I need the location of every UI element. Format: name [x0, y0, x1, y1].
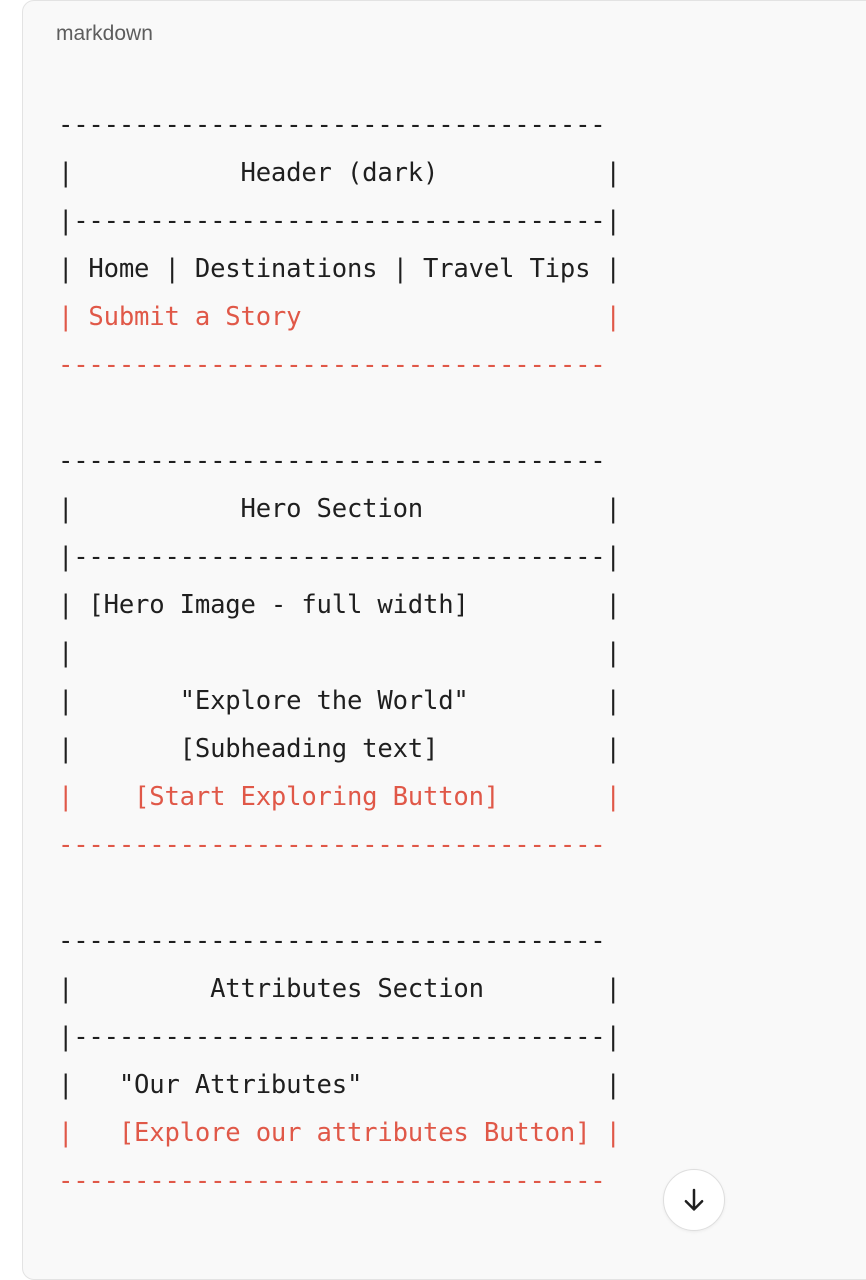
code-language-label: markdown	[56, 22, 153, 45]
code-line: | |	[58, 638, 621, 668]
code-line: ------------------------------------	[58, 926, 606, 956]
code-line: |-----------------------------------|	[58, 542, 621, 572]
code-line: | [Hero Image - full width] |	[58, 590, 621, 620]
code-line: ------------------------------------	[58, 830, 606, 860]
code-line: | "Explore the World" |	[58, 686, 621, 716]
arrow-down-icon	[684, 1188, 704, 1211]
code-line: | [Explore our attributes Button] |	[58, 1118, 621, 1148]
code-line: | Header (dark) |	[58, 158, 621, 188]
code-line: | Hero Section |	[58, 494, 621, 524]
scroll-to-bottom-button[interactable]	[663, 1169, 725, 1231]
code-line: ------------------------------------	[58, 350, 606, 380]
code-line: | Home | Destinations | Travel Tips |	[58, 254, 621, 284]
code-line: |-----------------------------------|	[58, 206, 621, 236]
code-line: | "Our Attributes" |	[58, 1070, 621, 1100]
code-line: | Submit a Story |	[58, 302, 621, 332]
code-line: | Attributes Section |	[58, 974, 621, 1004]
code-line: | [Start Exploring Button] |	[58, 782, 621, 812]
code-block: markdown -------------------------------…	[22, 0, 866, 1280]
code-content: ------------------------------------ | He…	[58, 101, 621, 1205]
code-line: ------------------------------------	[58, 110, 606, 140]
code-line: ------------------------------------	[58, 1166, 606, 1196]
code-line: | [Subheading text] |	[58, 734, 621, 764]
code-line: |-----------------------------------|	[58, 1022, 621, 1052]
code-line: ------------------------------------	[58, 446, 606, 476]
